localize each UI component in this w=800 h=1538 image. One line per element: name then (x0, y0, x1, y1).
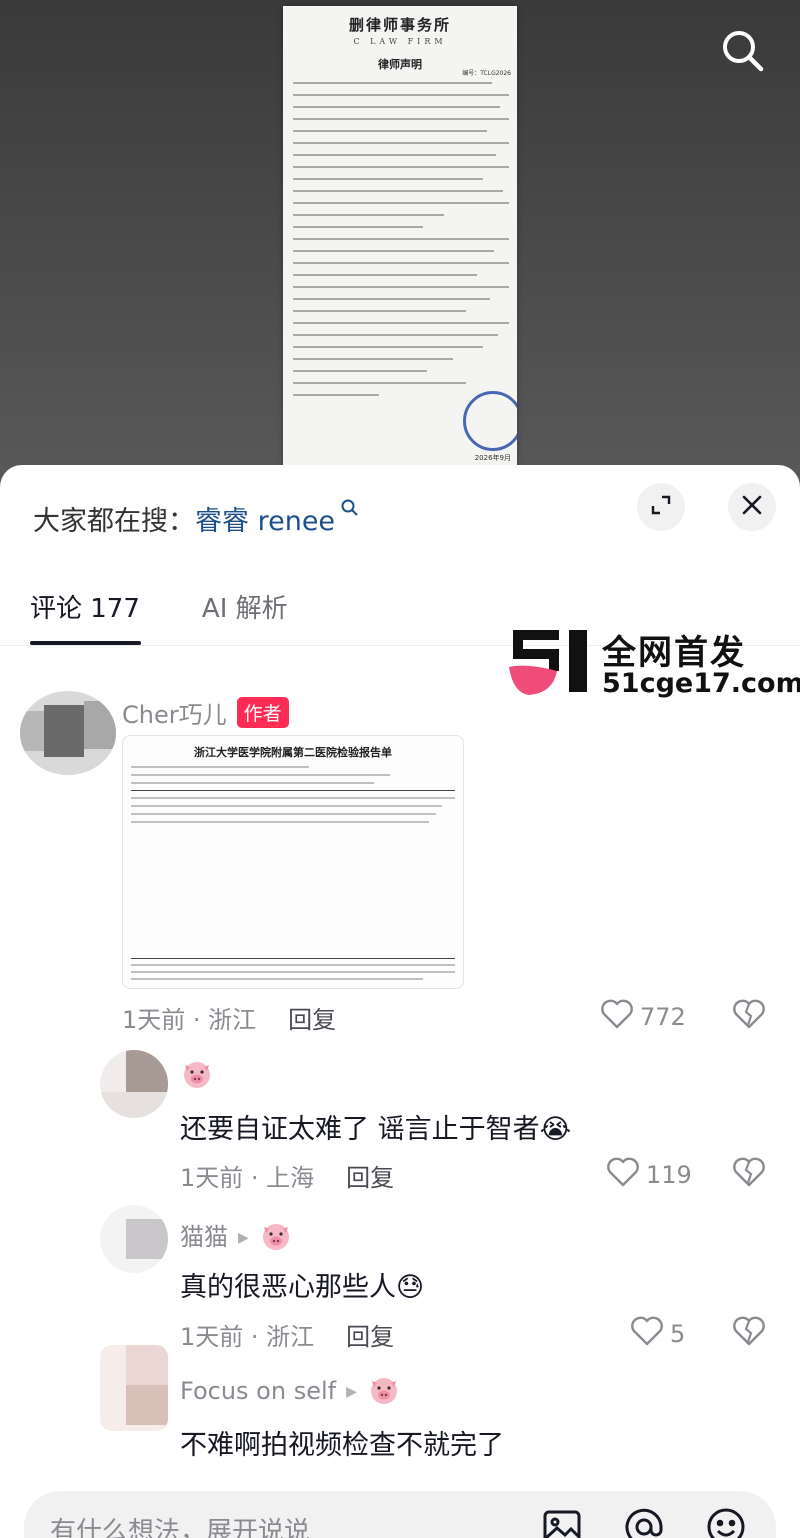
comment-author-name[interactable]: Focus on self (180, 1377, 336, 1405)
like-button[interactable]: 772 (600, 999, 686, 1035)
report-body (131, 766, 455, 829)
doc-header: 删律师事务所 (348, 16, 451, 34)
trending-search[interactable]: 大家都在搜：睿睿 renee (33, 499, 359, 538)
watermark: 全网首发 51cge17.com (507, 625, 800, 705)
avatar[interactable] (100, 1205, 168, 1273)
close-button[interactable] (728, 483, 776, 531)
dislike-button[interactable] (732, 999, 766, 1033)
tab-bar: 评论 177 AI 解析 (30, 588, 350, 625)
reply-arrow-icon: ▶ (346, 1384, 357, 1400)
broken-heart-icon (732, 1157, 766, 1191)
like-count: 119 (646, 1161, 692, 1189)
at-mention-icon[interactable] (622, 1505, 666, 1538)
image-icon[interactable] (540, 1505, 584, 1538)
comment-text: 真的很恶心那些人😓 (180, 1272, 425, 1303)
comment-author-name[interactable]: Cher巧儿 (122, 701, 227, 729)
like-count: 5 (670, 1320, 686, 1348)
tab-comments[interactable]: 评论 177 (30, 588, 140, 625)
comment-meta: 1天前 · 上海 回复 (180, 1158, 394, 1193)
heart-icon (606, 1157, 646, 1193)
watermark-url: 51cge17.com (602, 668, 800, 699)
emoji-icon[interactable] (704, 1505, 748, 1538)
heart-icon (630, 1316, 670, 1352)
report-title: 浙江大学医学院附属第二医院检验报告单 (194, 746, 392, 759)
pig-emoji-icon (367, 1375, 401, 1411)
comment-author[interactable]: Cher巧儿 作者 (122, 695, 289, 730)
report-footer (131, 958, 455, 980)
author-badge: 作者 (236, 697, 289, 728)
video-preview[interactable]: 删律师事务所 C LAW FIRM 律师声明 编号：TCLG2026 2026年… (0, 0, 800, 500)
comment-meta: 1天前 · 浙江 回复 (180, 1317, 394, 1352)
comment-input[interactable]: 有什么想法，展开说说 (50, 1511, 310, 1538)
comment-author-name[interactable]: 猫猫 (180, 1223, 228, 1251)
comment-meta: 1天前 · 浙江 回复 (122, 1000, 336, 1035)
avatar[interactable] (100, 1345, 168, 1431)
doc-subheader: C LAW FIRM (353, 37, 447, 46)
reply-arrow-icon: ▶ (238, 1230, 249, 1246)
comment-time-location: 1天前 · 浙江 (180, 1323, 315, 1351)
comment-input-bar[interactable]: 有什么想法，展开说说 (24, 1491, 776, 1538)
expand-icon (650, 494, 672, 520)
tab-ai-analysis[interactable]: AI 解析 (202, 588, 288, 625)
comment-sheet: 大家都在搜：睿睿 renee 评论 177 AI 解析 全网首发 51cge17… (0, 465, 800, 1538)
doc-seal-stamp (463, 391, 517, 451)
avatar[interactable] (20, 691, 116, 775)
comment-author[interactable]: 猫猫 ▶ (180, 1217, 293, 1257)
pig-emoji-icon (180, 1059, 214, 1095)
broken-heart-icon (732, 1316, 766, 1350)
close-icon (741, 494, 763, 520)
search-icon[interactable] (718, 26, 766, 74)
dislike-button[interactable] (732, 1316, 766, 1350)
watermark-logo (509, 630, 587, 695)
comment-image-lab-report[interactable]: 浙江大学医学院附属第二医院检验报告单 (122, 735, 464, 989)
doc-body-text (293, 82, 509, 406)
pig-emoji-icon (259, 1221, 293, 1257)
reply-button[interactable]: 回复 (346, 1323, 394, 1351)
comment-time-location: 1天前 · 浙江 (122, 1006, 257, 1034)
comment-text: 还要自证太难了 谣言止于智者😭 (180, 1114, 572, 1145)
heart-icon (600, 999, 640, 1035)
like-count: 772 (640, 1003, 686, 1031)
expand-button[interactable] (637, 483, 685, 531)
watermark-text: 全网首发 (602, 633, 746, 673)
reply-button[interactable]: 回复 (346, 1164, 394, 1192)
like-button[interactable]: 119 (606, 1157, 692, 1193)
comment-time-location: 1天前 · 上海 (180, 1164, 315, 1192)
dislike-button[interactable] (732, 1157, 766, 1191)
reply-button[interactable]: 回复 (288, 1006, 336, 1034)
comment-author[interactable] (180, 1059, 214, 1095)
trending-search-keyword[interactable]: 睿睿 renee (195, 506, 335, 537)
broken-heart-icon (732, 999, 766, 1033)
like-button[interactable]: 5 (630, 1316, 685, 1352)
lawyer-statement-document: 删律师事务所 C LAW FIRM 律师声明 编号：TCLG2026 2026年… (283, 6, 517, 476)
doc-date: 2026年9月 (474, 454, 511, 462)
trending-search-prefix: 大家都在搜： (33, 506, 195, 537)
search-small-icon (335, 499, 359, 524)
avatar[interactable] (100, 1050, 168, 1118)
doc-number: 编号：TCLG2026 (462, 70, 511, 77)
comment-text: 不难啊拍视频检查不就完了 (180, 1430, 504, 1461)
comment-author[interactable]: Focus on self ▶ (180, 1375, 401, 1411)
